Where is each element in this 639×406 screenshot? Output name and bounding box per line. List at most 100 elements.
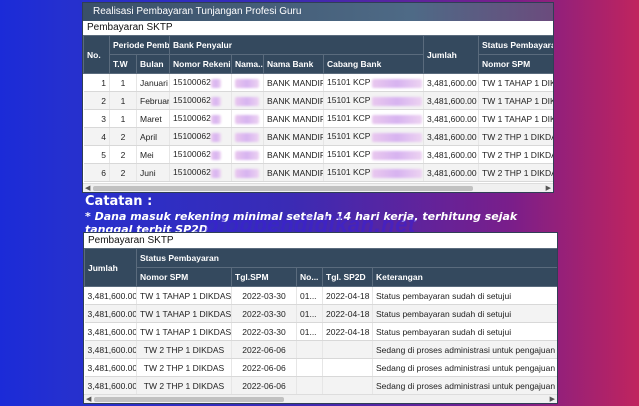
- scroll-left-icon[interactable]: ◀: [86, 395, 91, 403]
- cell-norek: 15100062: [169, 163, 232, 182]
- col-keterangan[interactable]: Keterangan: [371, 267, 557, 287]
- cell-tgl-spm: 2022-06-06: [231, 340, 297, 359]
- redacted-mask: [235, 132, 259, 142]
- cabang-text: 15101 KCP: [327, 131, 371, 142]
- cell-no: 1: [83, 73, 110, 92]
- cell-nomor-spm: TW 1 TAHAP 1 DIKDAS: [478, 73, 553, 92]
- cell-norek: 15100062: [169, 73, 232, 92]
- cell-nama: [231, 127, 264, 146]
- col-nomor-spm[interactable]: Nomor SPM: [478, 54, 553, 74]
- cell-keterangan: Status pembayaran sudah di setujui: [372, 304, 557, 323]
- table-row[interactable]: 4 2 April 15100062 BANK MANDIRI 15101 KCP 3,48…: [83, 127, 553, 146]
- table-row[interactable]: 6 2 Juni 15100062 BANK MANDIRI 15101 KCP 3,481…: [83, 163, 553, 182]
- table-row[interactable]: 3,481,600.00 TW 1 TAHAP 1 DIKDAS 2022-03-3…: [84, 286, 557, 305]
- cell-jumlah: 3,481,600.00: [84, 322, 137, 341]
- horizontal-scrollbar-bottom[interactable]: ◀ ▶: [84, 394, 557, 403]
- cell-norek: 15100062: [169, 109, 232, 128]
- scrollbar-thumb[interactable]: [93, 186, 473, 191]
- col-no-sp2d[interactable]: No...: [296, 267, 323, 287]
- cell-no-sp2d: [296, 340, 323, 359]
- col-nama[interactable]: Nama...: [231, 54, 264, 74]
- col-norek[interactable]: Nomor Rekening: [169, 54, 232, 74]
- cell-tgl-sp2d: [322, 376, 373, 395]
- col-bulan[interactable]: Bulan: [136, 54, 170, 74]
- table-row[interactable]: 5 2 Mei 15100062 BANK MANDIRI 15101 KCP 3,481,…: [83, 145, 553, 164]
- cell-no-sp2d: 01...: [296, 322, 323, 341]
- table-row[interactable]: 3,481,600.00 TW 2 THP 1 DIKDAS 2022-06-06 S…: [84, 340, 557, 359]
- payment-window: Realisasi Pembayaran Tunjangan Profesi G…: [82, 2, 554, 193]
- col-cabang[interactable]: Cabang Bank: [323, 54, 424, 74]
- redacted-mask: [372, 132, 423, 142]
- cell-no: 4: [83, 127, 110, 146]
- table-row[interactable]: 2 1 Februari 15100062 BANK MANDIRI 15101 KCP 3…: [83, 91, 553, 110]
- col-bank-penyalur[interactable]: Bank Penyalur: [169, 35, 424, 55]
- col-nomor-spm-b[interactable]: Nomor SPM: [136, 267, 232, 287]
- cell-tgl-spm: 2022-03-30: [231, 322, 297, 341]
- cell-jumlah: 3,481,600.00: [84, 358, 137, 377]
- cell-nama: [231, 163, 264, 182]
- col-no[interactable]: No.: [83, 35, 110, 74]
- cell-no-sp2d: [296, 376, 323, 395]
- redacted-mask: [210, 78, 221, 88]
- col-tgl-spm[interactable]: Tgl.SPM: [231, 267, 297, 287]
- cell-tw: 1: [109, 91, 137, 110]
- table-row[interactable]: 3,481,600.00 TW 2 THP 1 DIKDAS 2022-06-06 S…: [84, 376, 557, 395]
- scroll-right-icon[interactable]: ▶: [550, 395, 555, 403]
- section-title-bottom: Pembayaran SKTP: [84, 233, 557, 248]
- cell-nomor-spm: TW 1 TAHAP 1 DIKDAS: [136, 304, 232, 323]
- cell-nomor-spm: TW 2 THP 1 DIKDA: [478, 145, 553, 164]
- scroll-right-icon[interactable]: ▶: [546, 184, 551, 192]
- norek-text: 15100062: [173, 149, 211, 160]
- cell-jumlah: 3,481,600.00: [84, 304, 137, 323]
- col-status[interactable]: Status Pembayaran: [478, 35, 553, 55]
- col-periode[interactable]: Periode Pemba...: [109, 35, 170, 55]
- cell-tgl-spm: 2022-06-06: [231, 358, 297, 377]
- redacted-mask: [372, 96, 423, 106]
- cell-tw: 2: [109, 163, 137, 182]
- cell-nomor-spm: TW 2 THP 1 DIKDA: [478, 163, 553, 182]
- cell-bulan: April: [136, 127, 170, 146]
- table-row[interactable]: 3,481,600.00 TW 1 TAHAP 1 DIKDAS 2022-03-3…: [84, 304, 557, 323]
- redacted-mask: [372, 150, 423, 160]
- cell-cabang: 15101 KCP: [323, 163, 424, 182]
- table-row[interactable]: 1 1 Januari 15100062 BANK MANDIRI 15101 KCP 3,…: [83, 73, 553, 92]
- cell-no-sp2d: 01...: [296, 286, 323, 305]
- table-row[interactable]: 3,481,600.00 TW 2 THP 1 DIKDAS 2022-06-06 S…: [84, 358, 557, 377]
- cell-tw: 1: [109, 109, 137, 128]
- cabang-text: 15101 KCP: [327, 149, 371, 160]
- cabang-text: 15101 KCP: [327, 77, 371, 88]
- cell-tgl-sp2d: [322, 358, 373, 377]
- col-jumlah-b[interactable]: Jumlah: [84, 248, 137, 287]
- cell-nama-bank: BANK MANDIRI: [263, 163, 324, 182]
- col-jumlah[interactable]: Jumlah: [423, 35, 479, 74]
- notes-title: Catatan :: [85, 194, 153, 209]
- cell-cabang: 15101 KCP: [323, 109, 424, 128]
- horizontal-scrollbar[interactable]: ◀ ▶: [83, 183, 553, 192]
- redacted-mask: [235, 150, 259, 160]
- table-row[interactable]: 3,481,600.00 TW 1 TAHAP 1 DIKDAS 2022-03-3…: [84, 322, 557, 341]
- cell-tgl-sp2d: 2022-04-18: [322, 286, 373, 305]
- cell-tgl-sp2d: 2022-04-18: [322, 322, 373, 341]
- col-nama-bank[interactable]: Nama Bank: [263, 54, 324, 74]
- cell-bulan: Juni: [136, 163, 170, 182]
- payment-grid-top[interactable]: No. Periode Pemba... Bank Penyalur Jumla…: [83, 35, 553, 192]
- scrollbar-thumb[interactable]: [94, 397, 284, 402]
- cell-nomor-spm: TW 2 THP 1 DIKDAS: [136, 376, 232, 395]
- redacted-mask: [235, 78, 259, 88]
- cell-nama-bank: BANK MANDIRI: [263, 127, 324, 146]
- redacted-mask: [210, 150, 221, 160]
- redacted-mask: [235, 96, 259, 106]
- window-title: Realisasi Pembayaran Tunjangan Profesi G…: [83, 3, 553, 21]
- cell-no: 5: [83, 145, 110, 164]
- col-tw[interactable]: T.W: [109, 54, 137, 74]
- cabang-text: 15101 KCP: [327, 113, 371, 124]
- cell-nama-bank: BANK MANDIRI: [263, 145, 324, 164]
- col-status-b[interactable]: Status Pembayaran: [135, 248, 557, 268]
- payment-grid-bottom[interactable]: Jumlah Status Pembayaran Nomor SPM Tgl.S…: [84, 248, 557, 403]
- col-tgl-sp2d[interactable]: Tgl. SP2D: [322, 267, 373, 287]
- norek-text: 15100062: [173, 113, 211, 124]
- cell-no: 2: [83, 91, 110, 110]
- scroll-left-icon[interactable]: ◀: [85, 184, 90, 192]
- table-row[interactable]: 3 1 Maret 15100062 BANK MANDIRI 15101 KCP 3,48…: [83, 109, 553, 128]
- cell-nomor-spm: TW 2 THP 1 DIKDAS: [136, 340, 232, 359]
